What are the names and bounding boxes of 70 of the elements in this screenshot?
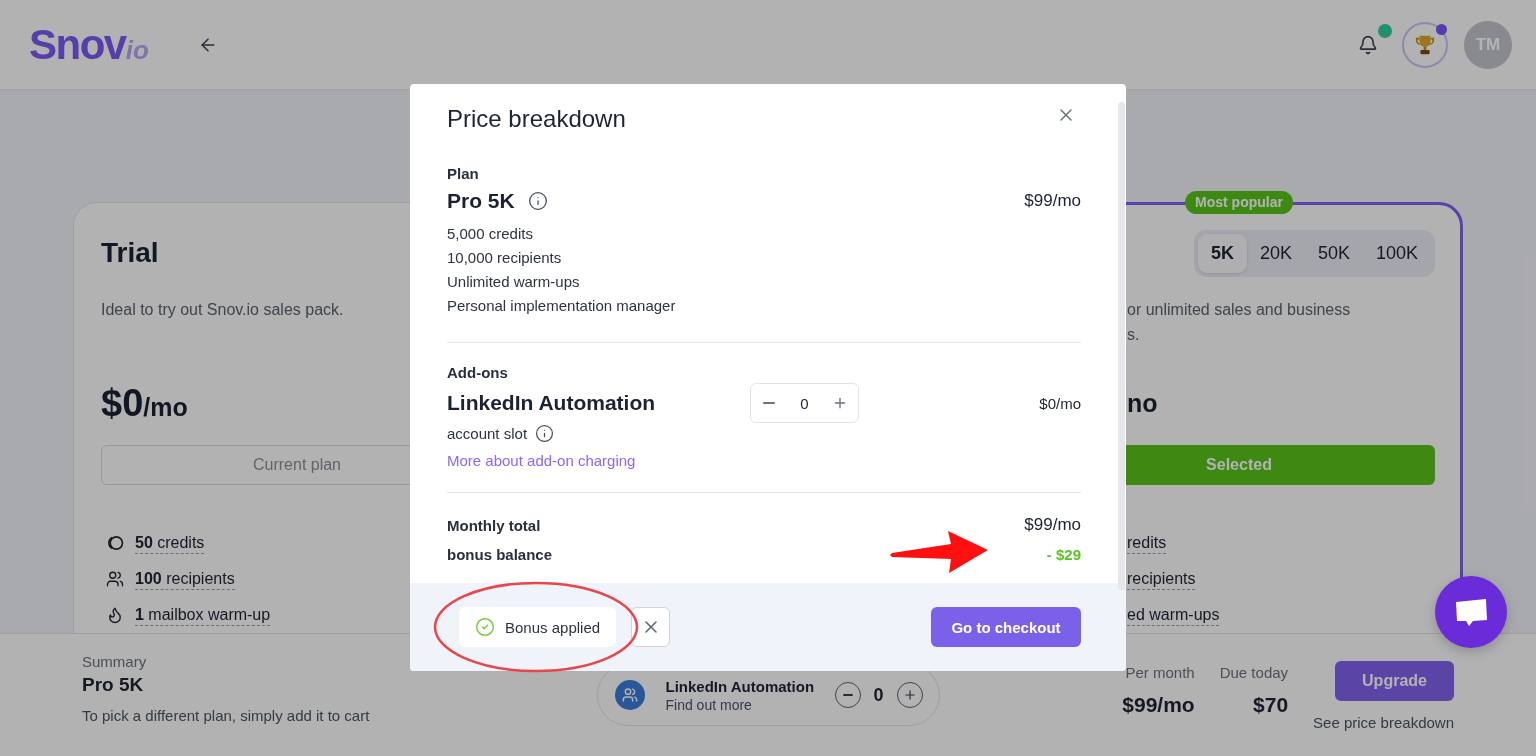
plan-feature: Unlimited warm-ups [447,272,580,292]
summary-hint: To pick a different plan, simply add it to cart [82,706,370,726]
chip-label: Bonus applied [505,618,601,636]
achievements-button[interactable] [1402,21,1448,68]
tier-tab[interactable]: 5K [1197,233,1247,273]
popular-badge: Most popular [1185,191,1293,214]
dialog-title: Price breakdown [447,104,626,134]
plus-icon [832,395,848,411]
coins-icon [106,534,124,552]
bell-icon [1358,34,1378,55]
price-breakdown-link[interactable]: See price breakdown [1313,713,1454,733]
plan-description: or unlimited sales and business [1127,300,1351,320]
summary-plan: Pro 5K [82,673,144,697]
quantity-value: 0 [872,684,885,706]
plan-price: $0/mo [101,381,188,425]
quantity-value: 0 [799,394,810,412]
info-icon [527,191,548,211]
upgrade-button[interactable]: Upgrade [1335,661,1454,701]
tier-tab[interactable]: 50K [1304,233,1363,273]
plan-price: no [1127,388,1158,419]
amount-label: Per month [1125,664,1195,682]
notification-dot-icon [1378,23,1392,38]
logo[interactable]: Snovio [29,23,149,66]
plan-description: s. [1127,325,1140,345]
increase-button[interactable] [896,682,923,708]
scrollbar-thumb[interactable] [1118,102,1125,590]
plan-feature: Personal implementation manager [447,296,676,316]
plus-icon [902,688,917,702]
people-icon [614,680,645,710]
find-out-more-link[interactable]: Find out more [665,695,752,714]
plan-title: Trial [101,237,159,269]
total-label: bonus balance [447,545,553,563]
remove-bonus-button[interactable] [631,607,671,647]
trophy-icon [1414,33,1436,56]
addon-title: LinkedIn Automation [665,676,815,696]
tier-tab[interactable]: 100K [1362,233,1431,273]
flame-icon [106,606,124,624]
discount-value: - $29 [1046,545,1081,563]
check-circle-icon [475,617,495,637]
plan-price: $99/mo [1024,191,1081,211]
total-value: $99/mo [1024,515,1081,535]
amount-label: Due today [1219,664,1289,682]
section-label: Add-ons [447,363,508,383]
amount-value: $70 [1253,692,1289,718]
feature-text: recipients [1127,568,1196,590]
plan-feature: 5,000 credits [447,224,533,244]
status-dot-icon [1436,23,1447,35]
plan-description: Ideal to try out Snov.io sales pack. [101,300,344,320]
plan-feature: 10,000 recipients [447,248,562,268]
section-label: Plan [447,164,479,184]
addon-unit: account slot [447,424,528,442]
feature-text: 1 mailbox warm-up [135,604,271,626]
addon-price: $0/mo [1039,394,1081,412]
feature-text: 50 credits [135,532,205,554]
feature-text: ed warm-ups [1127,604,1220,626]
summary-label: Summary [82,653,147,671]
plan-name: Pro 5K [447,189,515,213]
feature-text: 100 recipients [135,568,235,590]
addon-name: LinkedIn Automation [447,391,656,415]
people-icon [106,570,124,588]
minus-icon [763,402,775,404]
total-label: Monthly total [447,516,541,534]
tier-tab[interactable]: 20K [1246,233,1305,273]
info-icon [535,423,555,443]
minus-icon [842,694,853,696]
amount-value: $99/mo [1122,692,1195,718]
checkout-button[interactable]: Go to checkout [931,607,1081,647]
feature-text: redits [1127,532,1167,554]
decrease-button[interactable] [834,682,861,708]
chat-bubble-icon [1454,597,1488,627]
